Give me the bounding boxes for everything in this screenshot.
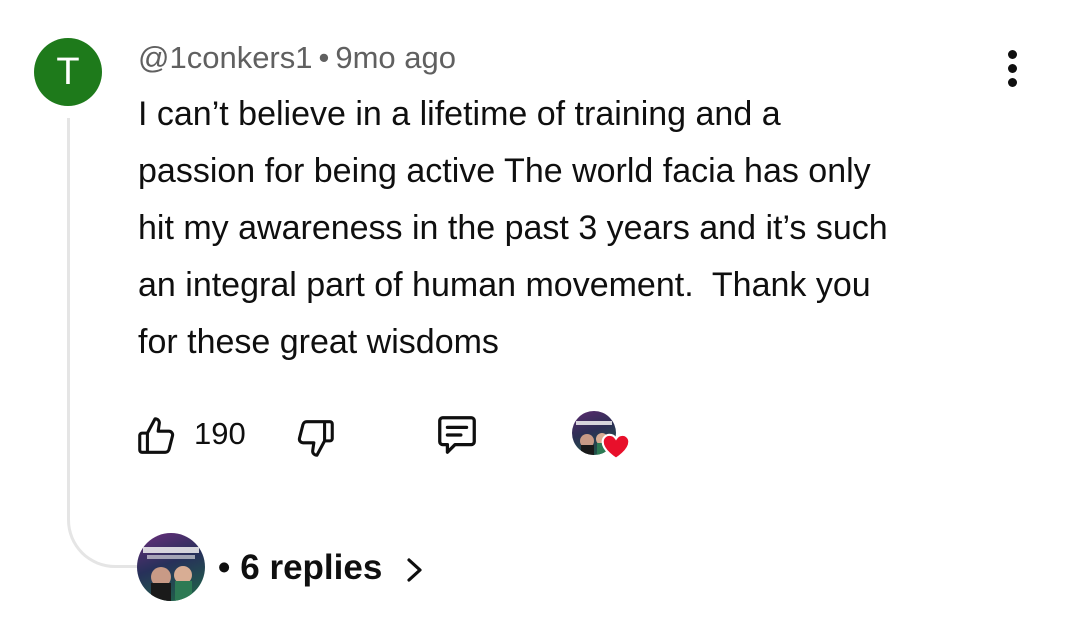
avatar-letter: T: [56, 51, 80, 93]
chevron-right-icon: [407, 558, 422, 582]
view-replies-link[interactable]: • 6 replies: [218, 548, 426, 588]
replies-separator: •: [218, 548, 231, 587]
reply-button[interactable]: [432, 412, 482, 458]
dislike-button[interactable]: [292, 415, 338, 461]
comment-meta: @1conkers1 • 9mo ago: [138, 40, 456, 76]
more-options-button[interactable]: [1000, 48, 1028, 90]
heart-icon: [601, 433, 631, 460]
thread-connector-line: [67, 118, 137, 568]
commenter-avatar[interactable]: T: [34, 38, 102, 106]
thumbs-down-icon: [297, 420, 334, 457]
replier-avatar[interactable]: [137, 533, 205, 601]
thumbs-up-icon: [138, 417, 175, 454]
replies-count-label: 6 replies: [240, 548, 383, 587]
meta-separator: •: [318, 40, 330, 75]
like-count: 190: [194, 416, 246, 451]
author-handle[interactable]: @1conkers1: [138, 40, 313, 75]
comment-text: I can’t believe in a lifetime of trainin…: [138, 95, 888, 361]
comment-icon: [438, 416, 476, 454]
comment-time[interactable]: 9mo ago: [335, 40, 456, 75]
like-button[interactable]: [134, 413, 180, 459]
vertical-dots-icon: [1008, 50, 1017, 59]
replier-avatar-image: [143, 547, 199, 601]
creator-heart-badge: [572, 411, 634, 463]
